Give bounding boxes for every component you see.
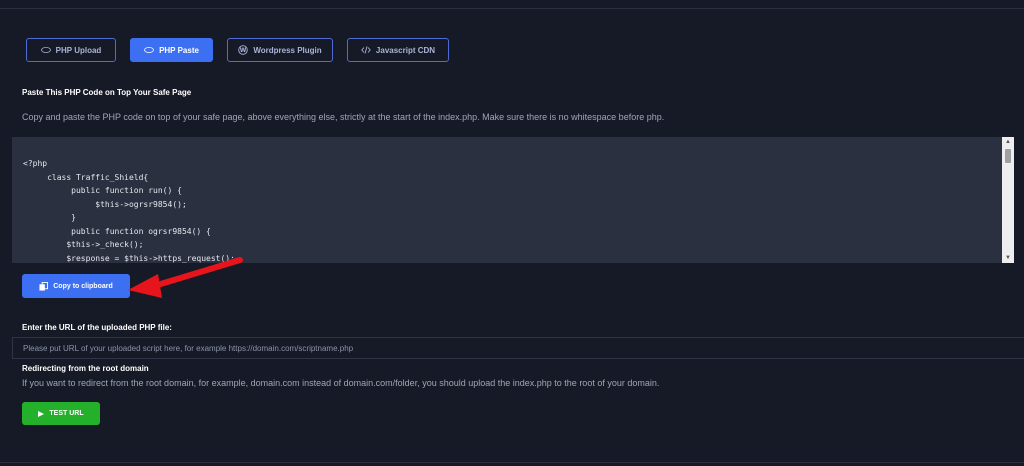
bottom-divider (0, 462, 1024, 463)
svg-text:W: W (240, 47, 247, 54)
php-icon (144, 47, 154, 53)
wordpress-icon: W (238, 45, 249, 55)
url-field-label: Enter the URL of the uploaded PHP file: (22, 323, 172, 332)
tab-label: PHP Upload (55, 45, 102, 55)
copy-button-label: Copy to clipboard (53, 282, 113, 290)
redirect-section-title: Redirecting from the root domain (22, 364, 149, 373)
test-button-label: TEST URL (49, 410, 84, 417)
code-icon (361, 46, 371, 54)
paste-section-title: Paste This PHP Code on Top Your Safe Pag… (22, 88, 192, 97)
redirect-instructions: If you want to redirect from the root do… (22, 378, 660, 388)
annotation-arrow (128, 257, 243, 298)
top-divider (0, 8, 1024, 9)
tab-php-upload[interactable]: PHP Upload (26, 38, 116, 62)
tab-wordpress-plugin[interactable]: W Wordpress Plugin (227, 38, 333, 62)
scroll-up-arrow-icon[interactable]: ▲ (1002, 137, 1014, 147)
tab-label: Javascript CDN (375, 45, 436, 55)
php-code-box[interactable]: <?php class Traffic_Shield{ public funct… (12, 137, 1014, 263)
play-icon (38, 410, 45, 417)
test-url-button[interactable]: TEST URL (22, 402, 100, 425)
scroll-thumb[interactable] (1005, 149, 1011, 163)
copy-to-clipboard-button[interactable]: Copy to clipboard (22, 274, 130, 298)
copy-icon (39, 281, 49, 291)
php-icon (40, 47, 51, 53)
tab-label: PHP Paste (159, 45, 199, 55)
script-url-input[interactable] (12, 337, 1024, 359)
scroll-down-arrow-icon[interactable]: ▼ (1002, 253, 1014, 263)
tab-javascript-cdn[interactable]: Javascript CDN (347, 38, 449, 62)
code-scrollbar[interactable]: ▲ ▼ (1002, 137, 1014, 263)
php-code[interactable]: <?php class Traffic_Shield{ public funct… (12, 137, 1014, 263)
tab-php-paste[interactable]: PHP Paste (130, 38, 213, 62)
paste-instructions: Copy and paste the PHP code on top of yo… (22, 112, 665, 122)
tab-label: Wordpress Plugin (253, 45, 322, 55)
